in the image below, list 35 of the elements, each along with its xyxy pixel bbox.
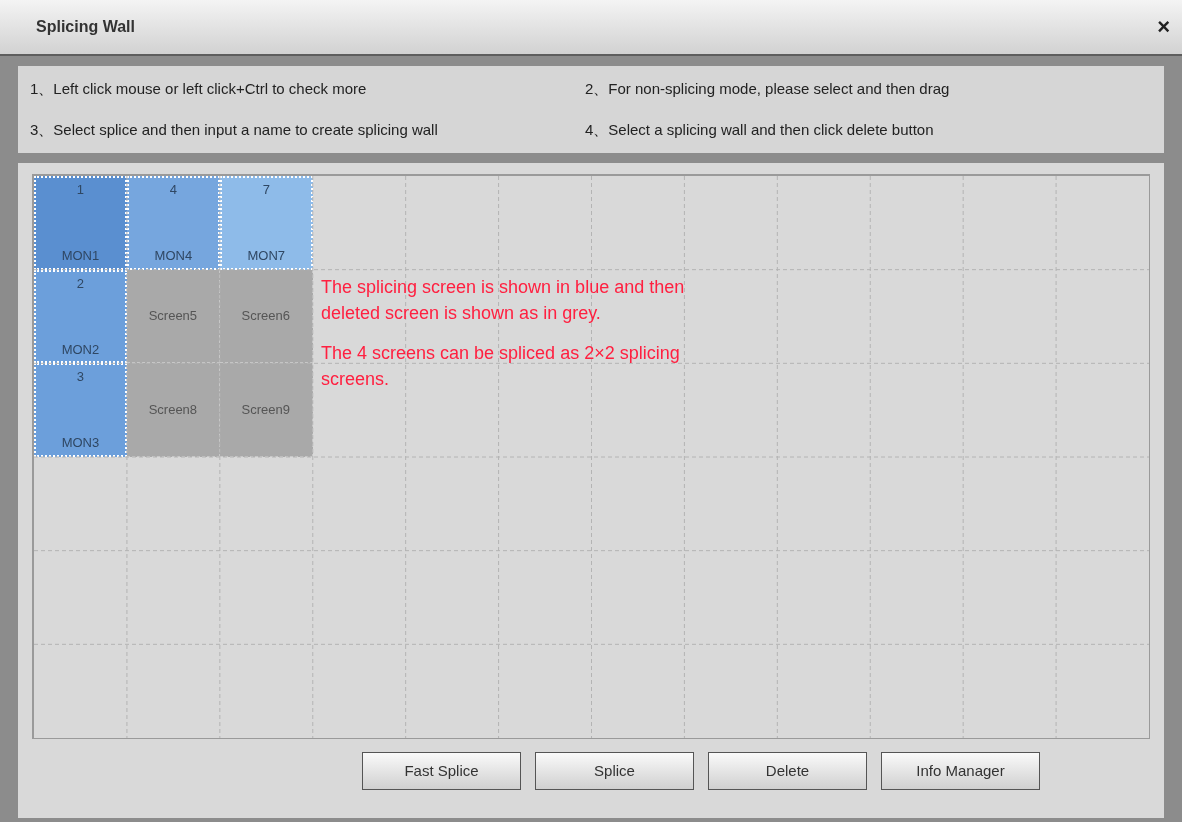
action-button[interactable]: Info Manager [881, 752, 1040, 790]
action-button[interactable]: Delete [708, 752, 867, 790]
instruction-text: 4、Select a splicing wall and then click delete button [585, 119, 935, 140]
annotation-text: The 4 screens can be spliced as 2×2 splicing screens. [321, 342, 681, 391]
screen-tile[interactable]: Screen5 [126, 269, 220, 364]
monitor-number: 3 [76, 368, 85, 387]
screen-name: Screen8 [148, 400, 198, 419]
monitor-tile[interactable]: 7 MON7 [219, 176, 313, 270]
close-button[interactable]: × [1157, 16, 1170, 38]
screen-name: Screen5 [148, 307, 198, 326]
action-button[interactable]: Fast Splice [362, 752, 521, 790]
monitor-tile[interactable]: 2 MON2 [34, 269, 127, 364]
monitor-name: MON3 [61, 434, 100, 453]
screen-tile[interactable]: Screen6 [219, 269, 313, 364]
screen-tile[interactable]: Screen9 [219, 363, 313, 457]
monitor-tile[interactable]: 3 MON3 [34, 363, 127, 457]
screen-name: Screen9 [241, 400, 290, 419]
monitor-tile[interactable]: 4 MON4 [126, 176, 220, 270]
instruction-text: 1、Left click mouse or left click+Ctrl to check more [30, 79, 368, 99]
monitor-number: 4 [169, 181, 177, 199]
monitor-tile[interactable]: 1 MON1 [34, 176, 127, 270]
screen-name: Screen6 [241, 307, 290, 326]
annotation-text: The splicing screen is shown in blue and then deleted screen is shown as in grey. [321, 276, 686, 325]
instruction-text: 3、Select splice and then input a name to create splicing wall [30, 119, 439, 140]
action-button[interactable]: Splice [535, 752, 694, 790]
monitor-number: 1 [76, 181, 85, 199]
instruction-text: 2、For non-splicing mode, please select and then drag [585, 79, 951, 99]
monitor-name: MON2 [61, 340, 100, 359]
window-title: Splicing Wall [36, 17, 135, 37]
monitor-number: 7 [262, 181, 270, 199]
monitor-name: MON7 [247, 247, 286, 266]
monitor-number: 2 [76, 274, 85, 293]
monitor-name: MON1 [61, 247, 100, 266]
monitor-name: MON4 [154, 247, 193, 266]
screen-tile[interactable]: Screen8 [126, 363, 220, 457]
